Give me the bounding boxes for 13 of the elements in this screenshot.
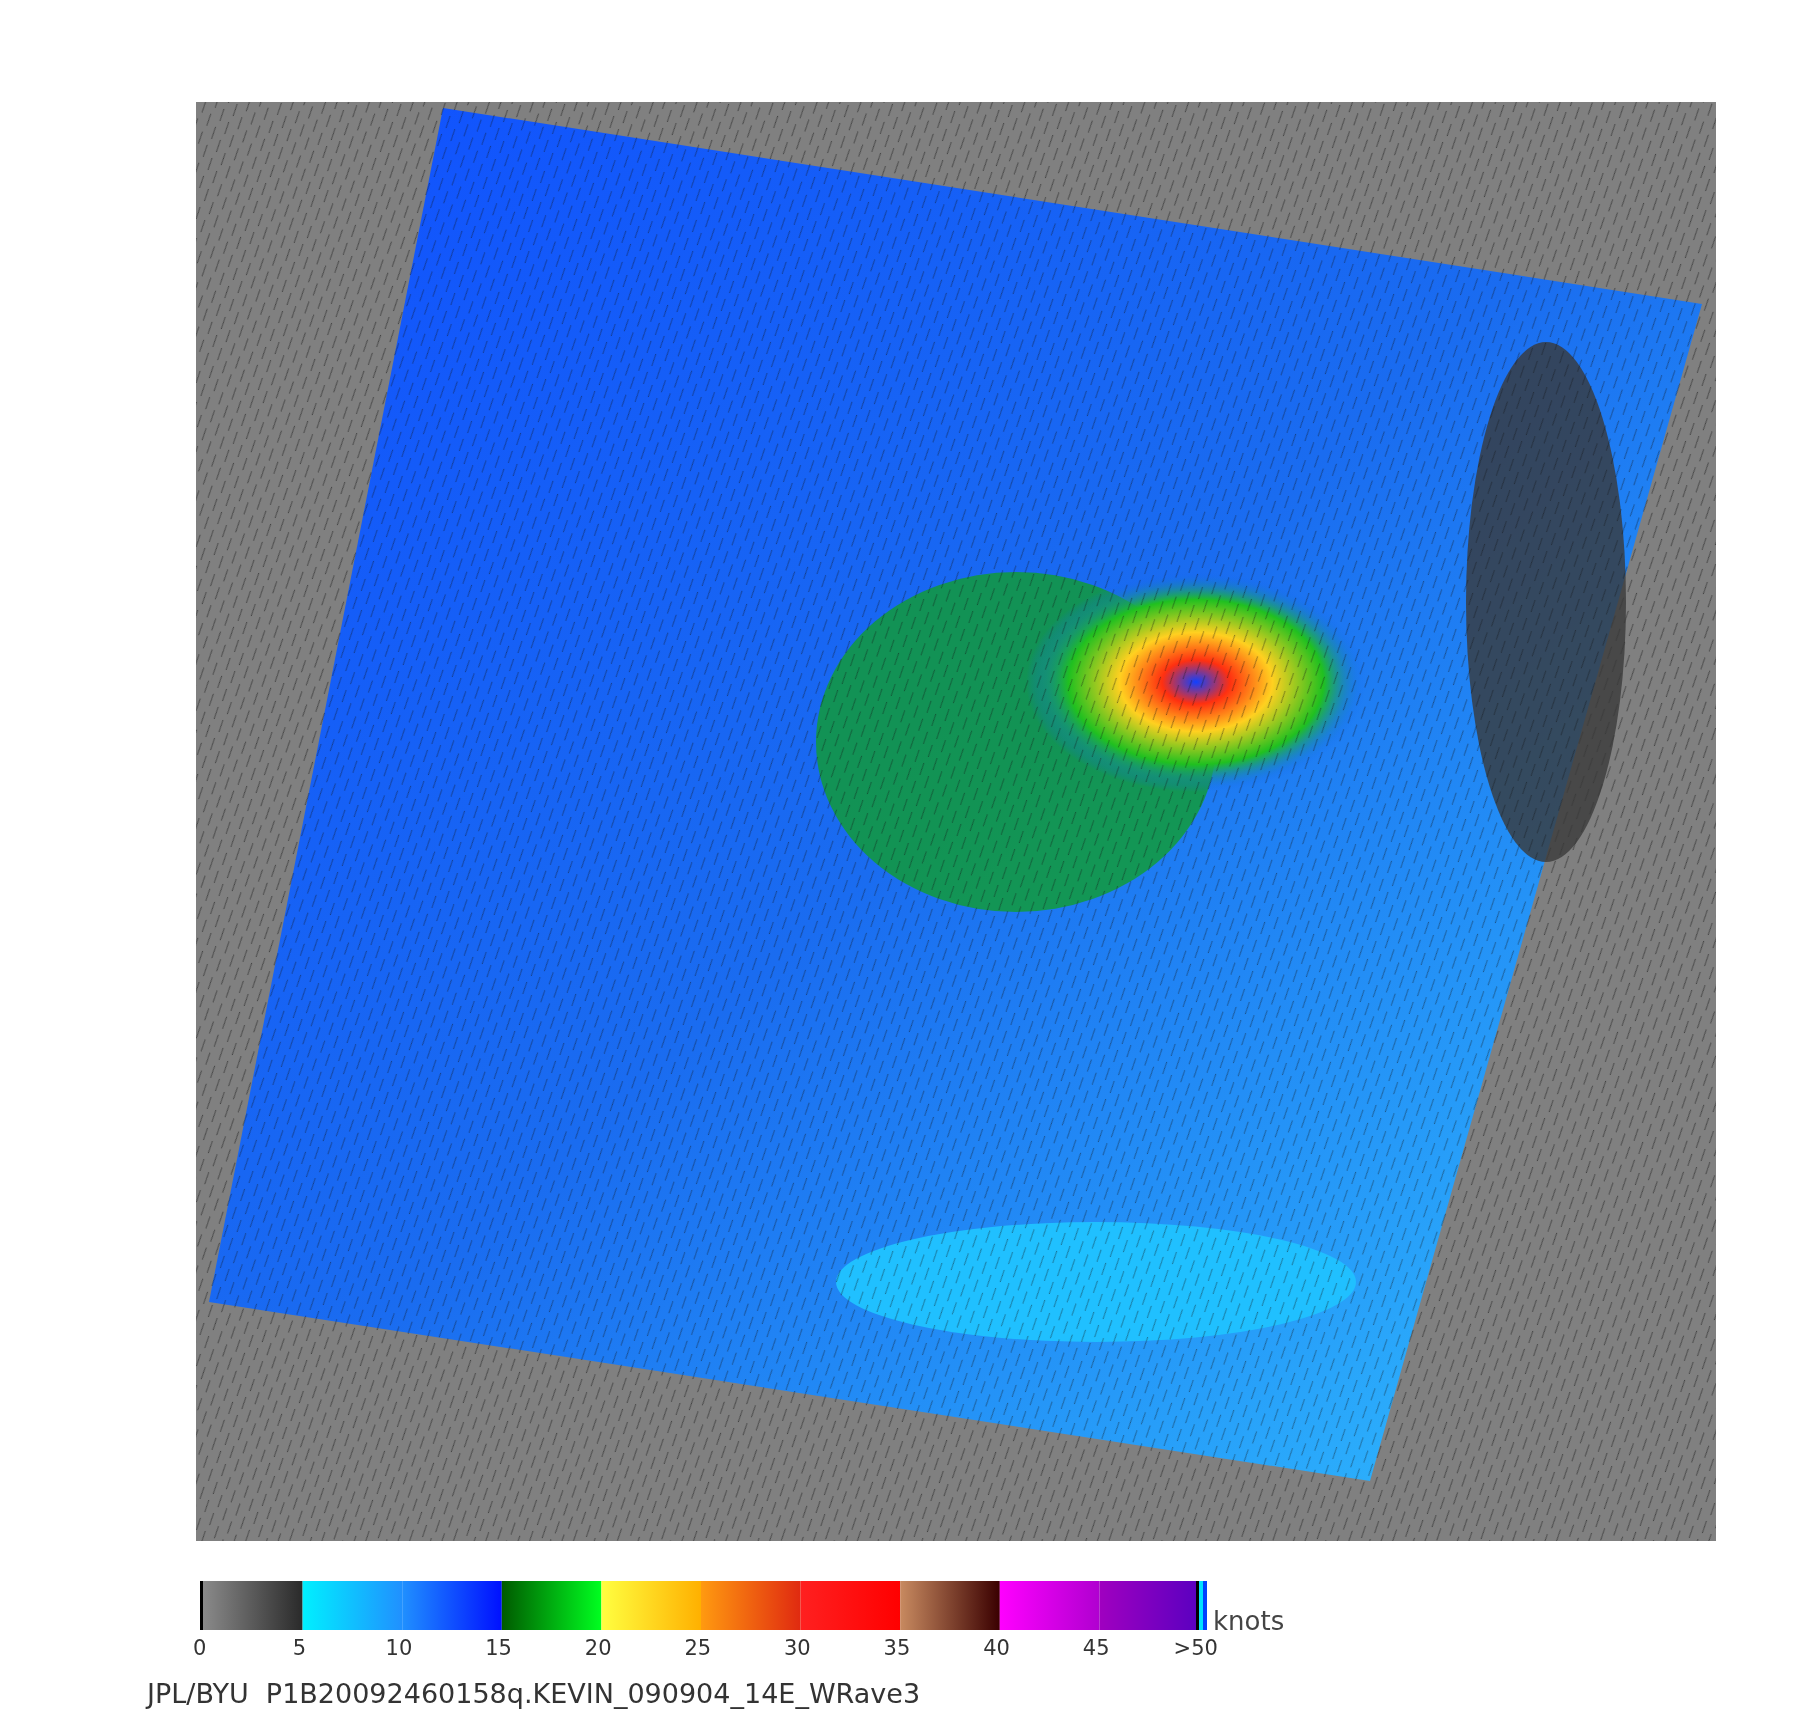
- tick-label: 0: [193, 1636, 207, 1660]
- tick-label: 10: [385, 1636, 413, 1660]
- tick-label: 40: [983, 1636, 1010, 1660]
- tick-label: 35: [883, 1636, 911, 1660]
- caption-text: JPL/BYU P1B20092460158q.KEVIN_090904_14E_WRave3: [147, 1678, 922, 1709]
- tick-label: 15: [485, 1636, 512, 1660]
- unit-label: knots: [1213, 1608, 1285, 1634]
- tick-label: 5: [292, 1636, 307, 1660]
- tick-label: 30: [784, 1636, 811, 1660]
- tick-label: 45: [1082, 1636, 1110, 1660]
- tick-label: >50: [1173, 1636, 1218, 1660]
- tick-label: 25: [684, 1636, 712, 1660]
- tick-label: 20: [584, 1636, 612, 1660]
